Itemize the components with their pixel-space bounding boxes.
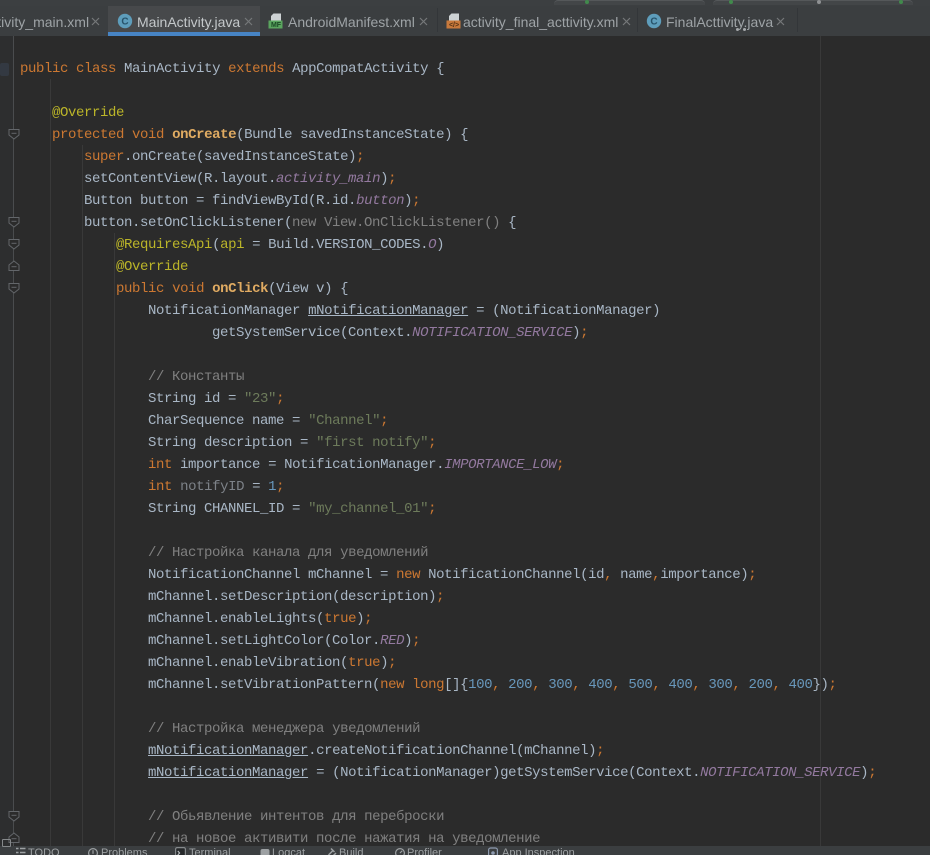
svg-text:C: C: [121, 17, 128, 28]
svg-text:MF: MF: [271, 22, 282, 29]
svg-text:</>: </>: [449, 22, 459, 29]
svg-text:C: C: [650, 17, 657, 28]
